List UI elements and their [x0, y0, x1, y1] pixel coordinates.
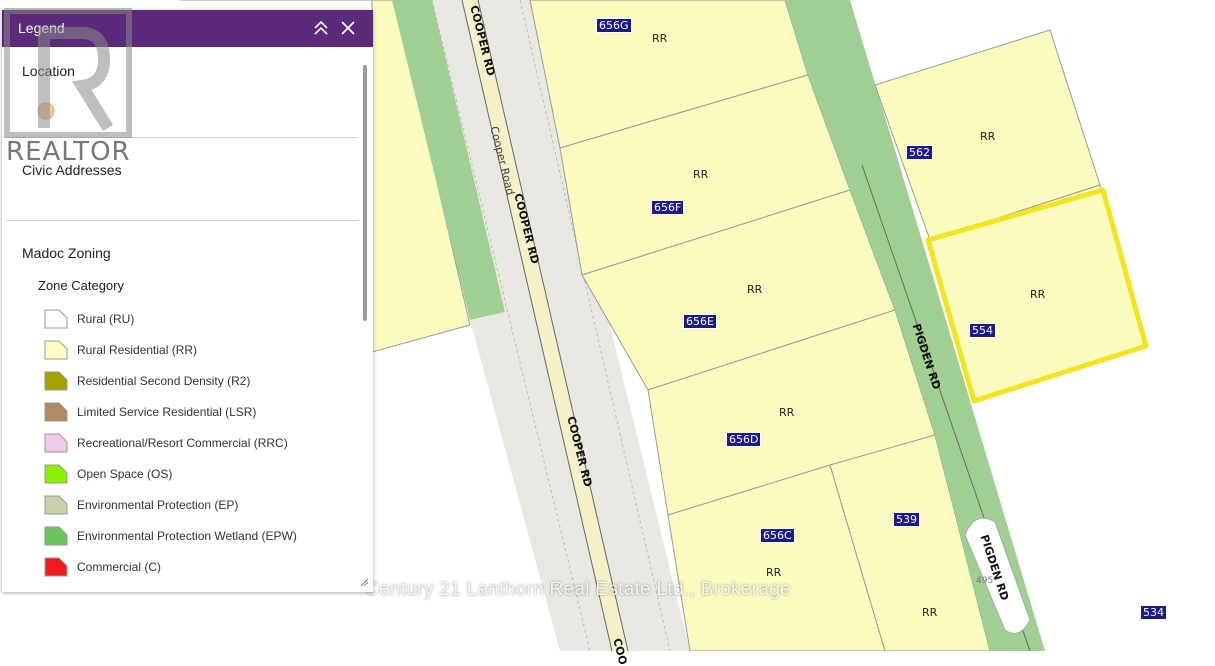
- legend-item-label: Recreational/Resort Commercial (RRC): [77, 436, 288, 450]
- address-656c[interactable]: 656C: [760, 528, 795, 543]
- legend-swatch-icon: [44, 402, 68, 422]
- zone-label: RR: [980, 130, 996, 143]
- legend-zone-category: Zone Category: [38, 278, 124, 293]
- legend-swatch-icon: [44, 557, 68, 577]
- address-534[interactable]: 534: [1140, 605, 1167, 620]
- legend-item-label: Commercial (C): [77, 560, 161, 574]
- address-562[interactable]: 562: [906, 145, 933, 160]
- legend-item-label: Environmental Protection (EP): [77, 498, 239, 512]
- brokerage-watermark: Century 21 Lanthorn Real Estate Ltd., Br…: [365, 579, 792, 600]
- address-656d[interactable]: 656D: [726, 432, 762, 447]
- legend-swatch-icon: [44, 340, 68, 360]
- legend-swatch-icon: [44, 526, 68, 546]
- resize-handle-icon[interactable]: [359, 577, 369, 587]
- legend-swatch-icon: [44, 464, 68, 484]
- legend-item-label: Environmental Protection Wetland (EPW): [77, 529, 297, 543]
- legend-swatch-icon: [44, 495, 68, 515]
- zone-label: RR: [766, 566, 782, 579]
- collapse-icon[interactable]: [312, 19, 330, 37]
- zone-label: RR: [693, 168, 709, 181]
- legend-scroll-thumb[interactable]: [363, 65, 367, 321]
- legend-item-label: Rural Residential (RR): [77, 343, 198, 357]
- legend-item-label: Open Space (OS): [77, 467, 173, 481]
- address-554[interactable]: 554: [969, 323, 996, 338]
- close-icon[interactable]: [339, 19, 357, 37]
- address-656e[interactable]: 656E: [683, 314, 717, 329]
- legend-section-zoning: Madoc Zoning: [22, 245, 111, 261]
- road-label-495: 495: [976, 576, 994, 586]
- zone-label: RR: [652, 32, 668, 45]
- legend-swatch-icon: [44, 309, 68, 329]
- zone-label: RR: [779, 406, 795, 419]
- realtor-logo-text: REALTOR: [6, 137, 131, 167]
- legend-item-label: Rural (RU): [77, 312, 135, 326]
- address-539[interactable]: 539: [893, 512, 920, 527]
- zone-label: RR: [922, 606, 938, 619]
- zone-label: RR: [747, 283, 763, 296]
- legend-swatch-icon: [44, 433, 68, 453]
- legend-scrollbar[interactable]: [362, 55, 369, 587]
- legend-swatch-icon: [44, 371, 68, 391]
- legend-divider: [6, 220, 358, 221]
- address-656f[interactable]: 656F: [651, 200, 685, 215]
- zone-label: RR: [1030, 288, 1046, 301]
- address-656g[interactable]: 656G: [596, 18, 632, 33]
- legend-item-label: Residential Second Density (R2): [77, 374, 251, 388]
- legend-item-label: Limited Service Residential (LSR): [77, 405, 257, 419]
